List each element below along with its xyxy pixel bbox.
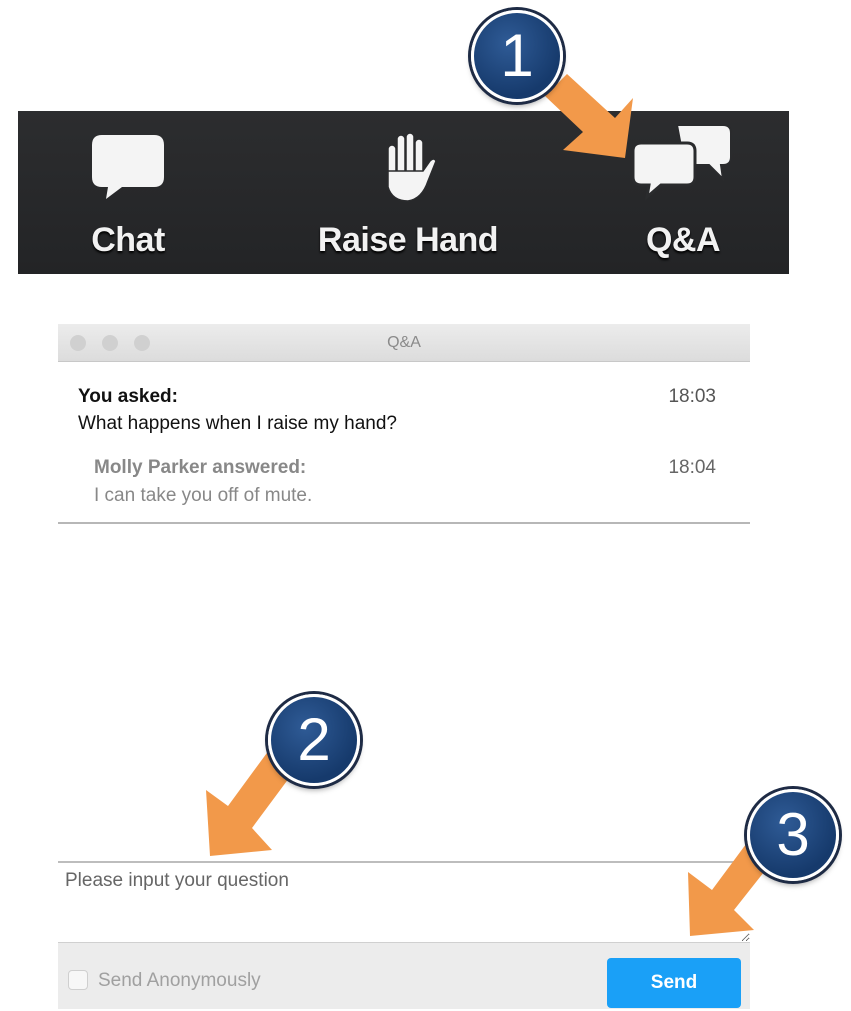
arrow-1	[545, 74, 633, 158]
annotation-arrows	[206, 74, 775, 936]
step-badge-3: 3	[747, 789, 839, 881]
step-badge-2: 2	[268, 694, 360, 786]
step-badge-1: 1	[471, 10, 563, 102]
